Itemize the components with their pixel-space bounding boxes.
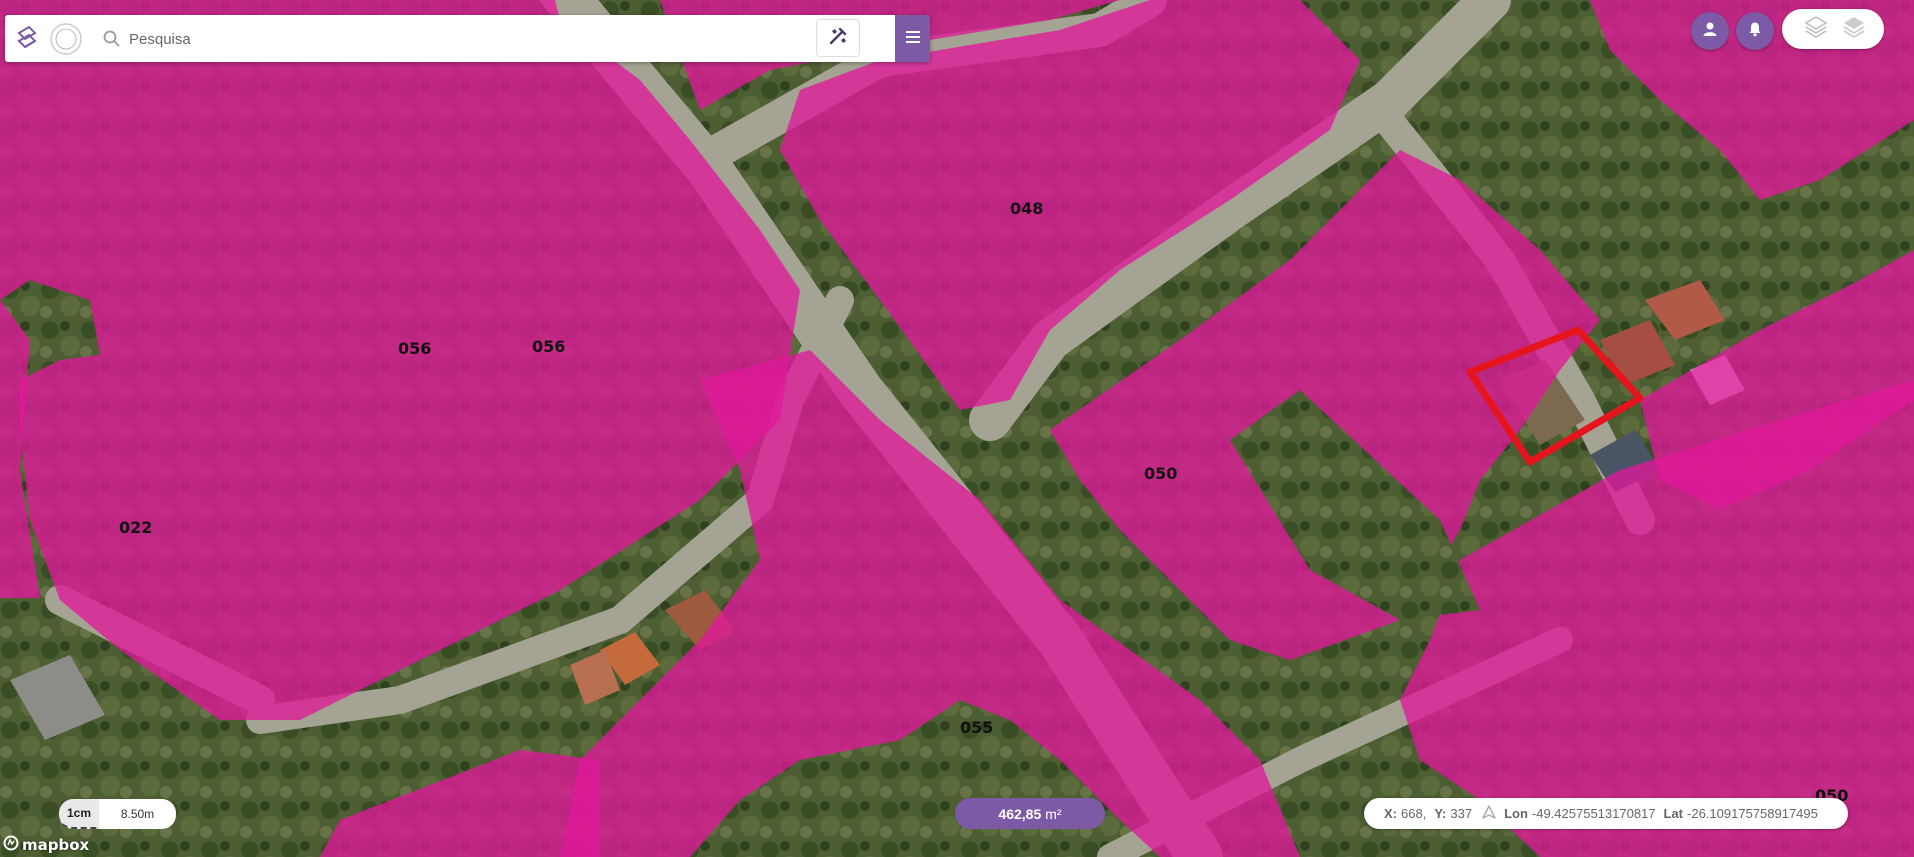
map-canvas[interactable]: 048 056 056 022 050 055 050: [0, 0, 1914, 857]
y-label: Y:: [1434, 806, 1447, 821]
area-value: 462,85: [998, 805, 1042, 822]
x-value: 668,: [1401, 806, 1427, 821]
layer-switcher: [1782, 9, 1884, 49]
parcel-label-048: 048: [1010, 199, 1043, 218]
area-unit: m²: [1045, 805, 1062, 822]
lon-label: Lon: [1504, 806, 1528, 821]
lat-value: -26.109175758917495: [1687, 806, 1818, 821]
mapbox-wordmark: mapbox: [22, 836, 90, 854]
mapbox-attribution[interactable]: mapbox: [3, 835, 89, 855]
parcel-label-056-b: 056: [532, 337, 565, 356]
mapbox-logo-icon: [3, 835, 19, 855]
search-bar: [5, 15, 930, 62]
scale-unit: 1cm: [59, 799, 99, 829]
parcel-label-055: 055: [960, 718, 993, 737]
parcel-label-022: 022: [119, 518, 152, 537]
menu-button[interactable]: [895, 15, 930, 62]
coordinates-readout: X: 668, Y: 337 Lon -49.42575513170817 La…: [1364, 798, 1848, 829]
drawing-tools-icon: [828, 26, 848, 51]
user-icon: [1702, 21, 1718, 42]
bell-icon: [1747, 21, 1763, 42]
y-value: 337: [1450, 806, 1473, 821]
map-scale: 1cm 8.50m: [59, 799, 176, 829]
x-label: X:: [1384, 806, 1397, 821]
layers-filled-icon: [1842, 15, 1866, 44]
parcel-label-056-a: 056: [398, 339, 431, 358]
app-logo[interactable]: [11, 21, 87, 57]
parcel-label-050-a: 050: [1144, 464, 1177, 483]
overlay-layer-button[interactable]: [1840, 15, 1868, 43]
lat-label: Lat: [1663, 806, 1684, 821]
layers-outline-icon: [1804, 15, 1828, 44]
notifications-button[interactable]: [1736, 12, 1774, 50]
hamburger-menu-icon: [905, 30, 920, 48]
drawing-tools-button[interactable]: [816, 19, 860, 57]
lon-value: -49.42575513170817: [1531, 806, 1656, 821]
search-input[interactable]: [129, 25, 799, 53]
base-layer-button[interactable]: [1802, 15, 1830, 43]
area-badge: 462,85 m²: [955, 798, 1105, 829]
north-arrow-icon: [1482, 805, 1496, 822]
search-icon: [102, 29, 122, 49]
scale-value: 8.50m: [99, 799, 176, 829]
user-button[interactable]: [1691, 12, 1729, 50]
